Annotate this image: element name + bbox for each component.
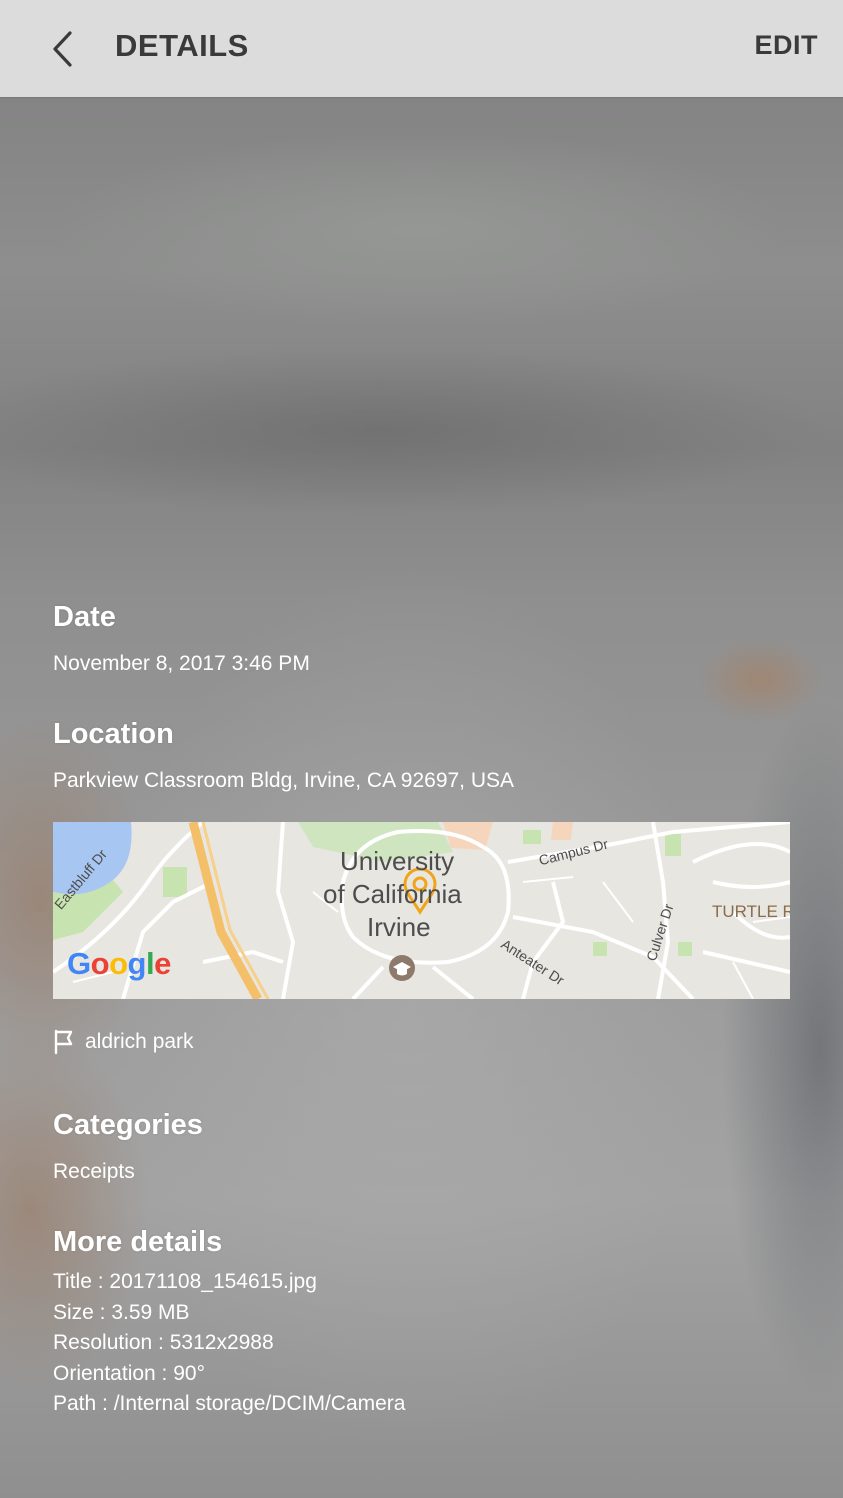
background-glow [110, 560, 710, 1460]
detail-resolution: Resolution : 5312x2988 [53, 1331, 274, 1354]
map-place-label-line: University [340, 846, 455, 876]
location-address: Parkview Classroom Bldg, Irvine, CA 9269… [53, 769, 515, 792]
categories-value: Receipts [53, 1160, 135, 1183]
detail-orientation: Orientation : 90° [53, 1362, 205, 1385]
date-heading: Date [53, 601, 116, 633]
location-map[interactable]: University of California Irvine Campus D… [53, 822, 790, 999]
top-app-bar: DETAILS EDIT [0, 0, 843, 97]
google-logo: Google [67, 946, 171, 981]
detail-path: Path : /Internal storage/DCIM/Camera [53, 1392, 406, 1415]
map-area-label: TURTLE R [712, 902, 790, 921]
more-details-heading: More details [53, 1226, 223, 1258]
date-value: November 8, 2017 3:46 PM [53, 652, 310, 675]
location-tag[interactable]: aldrich park [53, 1026, 194, 1058]
tag-label: aldrich park [85, 1030, 194, 1053]
location-heading: Location [53, 718, 174, 750]
page-title: DETAILS [115, 28, 249, 63]
tag-flag-icon [54, 1029, 73, 1055]
detail-size: Size : 3.59 MB [53, 1301, 190, 1324]
back-button[interactable] [38, 22, 88, 76]
chevron-left-icon [53, 31, 72, 67]
categories-heading: Categories [53, 1109, 203, 1141]
map-place-label-line: of California [323, 879, 462, 909]
detail-title: Title : 20171108_154615.jpg [53, 1270, 317, 1293]
map-place-label-line: Irvine [367, 912, 431, 942]
edit-button[interactable]: EDIT [754, 30, 818, 61]
